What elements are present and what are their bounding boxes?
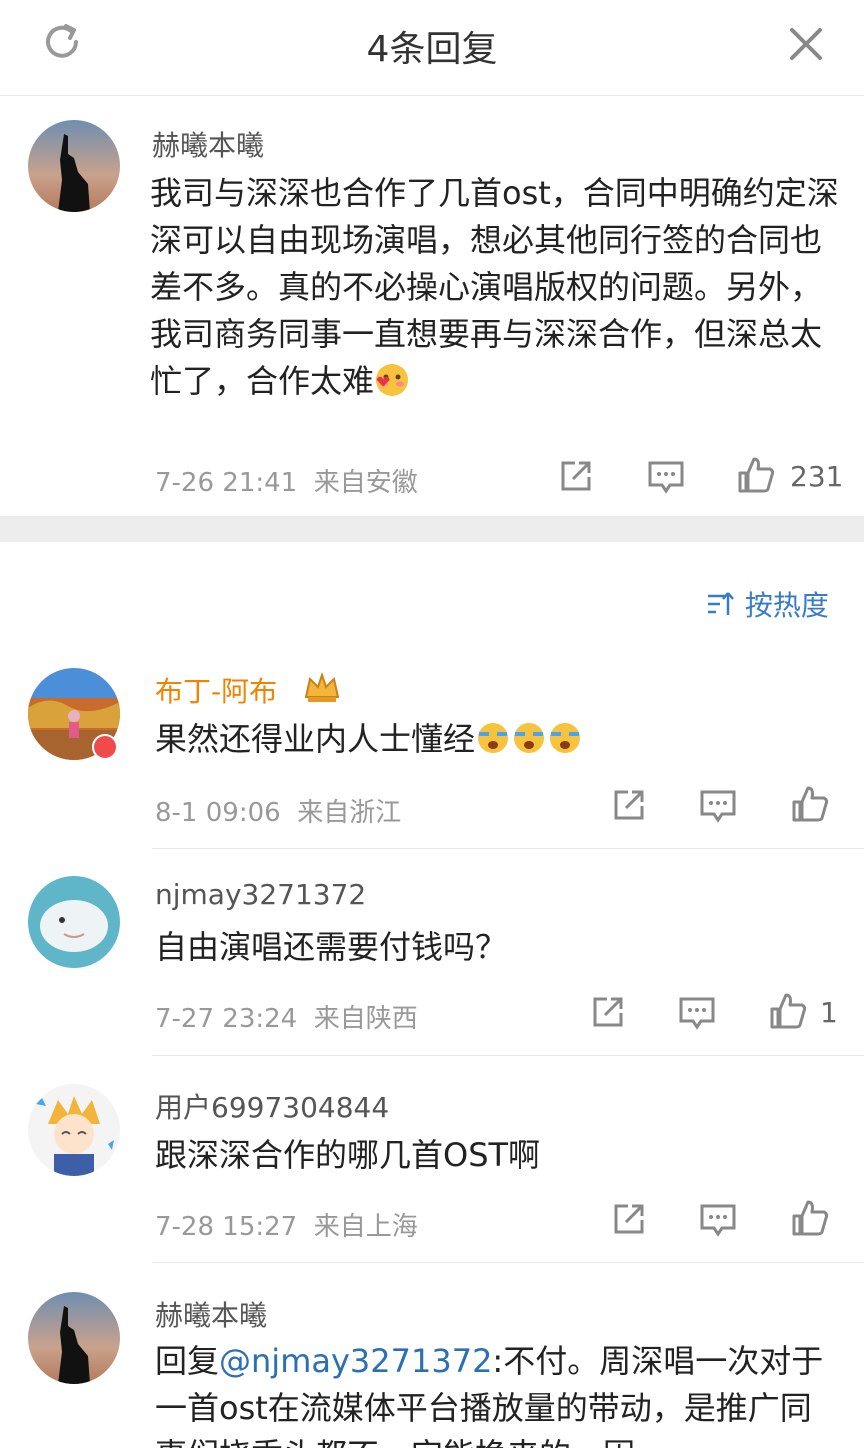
like-count: 231	[790, 460, 844, 493]
timestamp: 7-27 23:24	[155, 1004, 298, 1034]
username[interactable]: 布丁-阿布	[155, 670, 277, 710]
comment-text: 回复@njmay3271372:不付。周深唱一次对于一首ost在流媒体平台播放量…	[155, 1338, 835, 1448]
username[interactable]: 赫曦本曦	[152, 124, 264, 164]
location: 来自安徽	[313, 468, 418, 498]
comment-body: 果然还得业内人士懂经	[155, 720, 476, 758]
verified-badge	[92, 734, 118, 760]
comment-meta: 7-27 23:24 来自陕西	[155, 998, 418, 1035]
share-icon[interactable]	[555, 457, 595, 497]
sort-label: 按热度	[744, 589, 829, 622]
comment-icon[interactable]	[646, 457, 686, 497]
page-title: 4条回复	[366, 29, 498, 70]
like-icon[interactable]	[790, 784, 830, 824]
divider	[152, 848, 864, 849]
username[interactable]: njmay3271372	[155, 878, 366, 911]
location: 来自上海	[313, 1212, 418, 1242]
comment-text: 我司与深深也合作了几首ost，合同中明确约定深深可以自由现场演唱，想必其他同行签…	[150, 170, 840, 405]
comment-meta: 7-28 15:27 来自上海	[155, 1206, 418, 1243]
mention-link[interactable]: @njmay3271372	[219, 1342, 492, 1380]
username[interactable]: 赫曦本曦	[155, 1294, 267, 1334]
avatar[interactable]	[28, 1292, 120, 1384]
reply-prefix: 回复	[155, 1342, 220, 1380]
share-icon[interactable]	[608, 786, 648, 826]
comment-icon[interactable]	[698, 1200, 738, 1240]
comment-text: 果然还得业内人士懂经	[155, 716, 835, 763]
comment-icon[interactable]	[698, 786, 738, 826]
close-icon[interactable]	[784, 22, 828, 66]
header: 4条回复	[0, 0, 864, 96]
divider	[152, 1262, 864, 1263]
like-icon[interactable]	[736, 455, 776, 495]
location: 来自陕西	[313, 1004, 418, 1034]
shy-emoji-icon	[376, 364, 409, 396]
timestamp: 7-28 15:27	[155, 1212, 298, 1242]
comment-text: 自由演唱还需要付钱吗？	[155, 928, 508, 966]
comment-icon[interactable]	[677, 993, 717, 1033]
like-count: 1	[820, 996, 838, 1029]
crying-emoji-icon	[550, 723, 581, 753]
avatar[interactable]	[28, 120, 120, 212]
avatar[interactable]	[28, 876, 120, 968]
sort-icon	[708, 592, 734, 615]
crying-emoji-icon	[478, 723, 509, 753]
timestamp: 7-26 21:41	[155, 468, 298, 498]
crying-emoji-icon	[514, 723, 545, 753]
comment-body: 我司与深深也合作了几首ost，合同中明确约定深深可以自由现场演唱，想必其他同行签…	[150, 174, 839, 400]
username[interactable]: 用户6997304844	[155, 1086, 389, 1126]
vip-crown-icon	[304, 671, 340, 702]
comment-meta: 8-1 09:06 来自浙江	[155, 792, 401, 829]
sort-toggle[interactable]: 按热度	[706, 584, 829, 624]
avatar[interactable]	[28, 1084, 120, 1176]
like-icon[interactable]	[768, 991, 808, 1031]
share-icon[interactable]	[587, 993, 627, 1033]
section-gap	[0, 516, 864, 542]
timestamp: 8-1 09:06	[155, 798, 281, 828]
comment-meta: 7-26 21:41 来自安徽	[155, 462, 418, 499]
location: 来自浙江	[297, 798, 402, 828]
divider	[152, 1055, 864, 1056]
share-icon[interactable]	[608, 1200, 648, 1240]
like-icon[interactable]	[790, 1198, 830, 1238]
comment-text: 跟深深合作的哪几首OST啊	[155, 1136, 541, 1174]
